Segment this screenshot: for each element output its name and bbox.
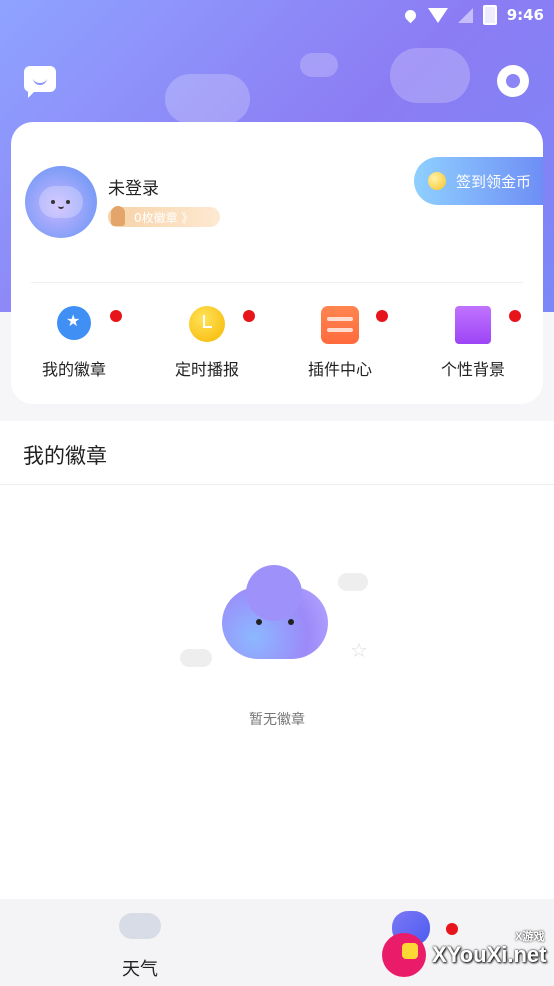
avatar[interactable]	[25, 166, 97, 238]
red-dot	[110, 310, 122, 322]
tab-weather[interactable]: 天气	[110, 913, 170, 981]
quick-action-label: 定时播报	[174, 360, 239, 379]
watermark-text: XYouXi.net X游戏	[432, 931, 547, 968]
empty-state-text: 暂无徽章	[249, 712, 305, 728]
avatar-cloud-face	[39, 186, 83, 218]
watermark-main: XYouXi.net	[432, 942, 547, 967]
star-outline-icon: ☆	[350, 638, 368, 662]
message-icon[interactable]	[24, 66, 56, 98]
quick-action-label: 个性背景	[440, 360, 505, 379]
medal-icon	[111, 206, 125, 226]
shirt-icon-wrap	[454, 306, 521, 344]
settings-gear-icon[interactable]	[497, 65, 529, 97]
quick-action-label: 插件中心	[307, 360, 372, 379]
battery-icon	[482, 5, 497, 25]
quick-action-plugin-center[interactable]: 插件中心	[285, 306, 395, 386]
badges-section: 我的徽章 ☆ 暂无徽章	[0, 421, 554, 899]
tab-weather-label: 天气	[122, 959, 158, 980]
profile-card: 未登录 0枚徽章 》 签到领金币 我的徽章 定时播报 插件中心 个	[11, 122, 543, 404]
badge-icon-wrap	[55, 306, 122, 344]
background-cloud-3	[165, 74, 250, 124]
background-cloud-1	[300, 53, 338, 77]
status-time: 9:46	[506, 6, 544, 24]
avatar-mouth	[58, 204, 64, 209]
red-dot	[376, 310, 388, 322]
small-cloud-icon	[338, 573, 368, 591]
status-bar: 9:46	[402, 4, 544, 26]
weather-cloud-icon	[119, 913, 161, 939]
checkin-button[interactable]: 签到领金币	[414, 157, 543, 205]
shirt-icon	[455, 306, 491, 344]
red-dot	[509, 310, 521, 322]
badge-count-pill[interactable]: 0枚徽章 》	[108, 206, 220, 227]
quick-action-label: 我的徽章	[41, 360, 106, 379]
quick-action-scheduled-broadcast[interactable]: 定时播报	[152, 306, 262, 386]
message-icon-mouth	[33, 78, 47, 85]
gamepad-logo-icon	[382, 933, 426, 977]
badge-icon	[57, 306, 91, 340]
cloud-eye-left	[256, 619, 262, 625]
section-divider	[0, 484, 554, 485]
section-title: 我的徽章	[23, 444, 107, 468]
badge-count-text: 0枚徽章 》	[134, 210, 194, 225]
background-cloud-2	[390, 48, 470, 103]
watermark-sub: X游戏	[515, 931, 545, 943]
signal-icon	[457, 7, 473, 23]
location-icon	[402, 7, 418, 23]
quick-action-custom-background[interactable]: 个性背景	[418, 306, 528, 386]
checkin-label: 签到领金币	[456, 172, 532, 191]
red-dot	[243, 310, 255, 322]
cloud-eye-right	[288, 619, 294, 625]
plugin-icon	[321, 306, 359, 344]
coin-icon	[428, 172, 446, 190]
clock-icon-wrap	[188, 306, 255, 344]
login-status[interactable]: 未登录	[108, 174, 159, 199]
avatar-eye-right	[66, 200, 70, 204]
clock-icon	[189, 306, 225, 342]
wifi-icon	[427, 7, 448, 23]
card-divider	[31, 282, 523, 283]
watermark: XYouXi.net X游戏	[382, 930, 550, 980]
small-cloud-icon	[180, 649, 212, 667]
empty-cloud-illustration	[222, 565, 328, 659]
avatar-eye-left	[51, 200, 55, 204]
quick-action-my-badges[interactable]: 我的徽章	[19, 306, 129, 386]
plugin-icon-wrap	[321, 306, 388, 344]
